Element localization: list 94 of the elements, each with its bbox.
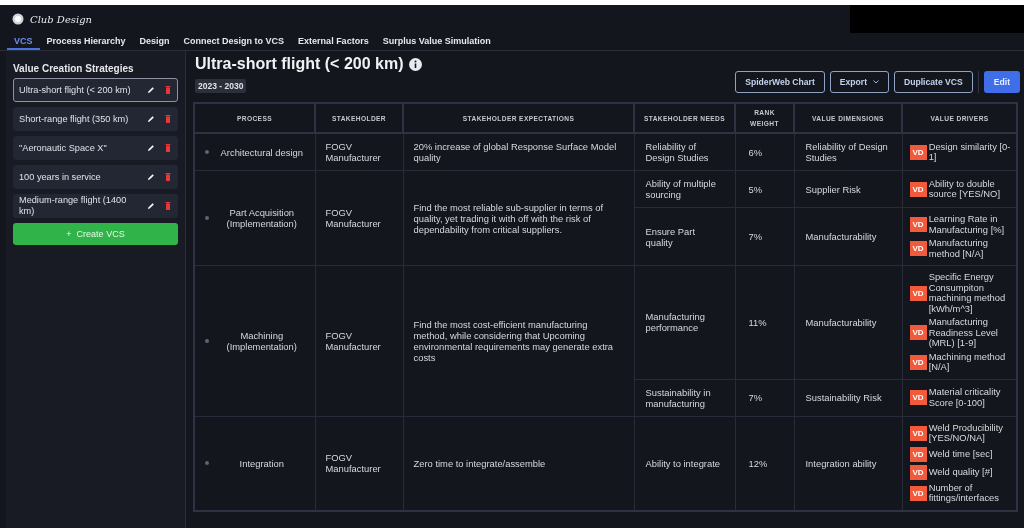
expectation-text: Find the most cost-efficient manufacturing method, while considering that Upcoming environmental requirements may generate extra costs — [413, 318, 614, 363]
vd-badge: VD — [909, 390, 927, 405]
value-dimension: Supplier Risk — [805, 183, 861, 195]
vd-badge: VD — [909, 285, 927, 301]
pencil-icon[interactable] — [147, 173, 155, 181]
value-driver: Number of fittings/interfaces — [928, 482, 1000, 504]
action-button[interactable]: Duplicate VCS — [894, 71, 973, 93]
value-dimension: Manufacturability — [805, 231, 877, 242]
vd-badge: VD — [909, 485, 927, 501]
strategy-item[interactable]: Medium-range flight (1400 km) — [13, 194, 178, 218]
tab[interactable]: Connect Design to VCS — [176, 33, 292, 50]
rank-weight: 6% — [748, 146, 763, 158]
tab[interactable]: External Factors — [291, 33, 376, 50]
value-driver: Design similarity [0-1] — [928, 141, 1012, 163]
value-driver: Specific Energy Consumpiton machining method [kWh/m^3] — [928, 272, 1007, 314]
vd-badge: VD — [909, 181, 927, 197]
trash-icon[interactable] — [165, 86, 171, 94]
tab[interactable]: Process Hierarchy — [39, 33, 133, 50]
vd-badge: VD — [909, 464, 927, 480]
export-dropdown[interactable]: Export — [829, 71, 889, 93]
pencil-icon[interactable] — [147, 144, 155, 152]
value-driver: Manufacturing Readiness Level (MRL) [1-9] — [928, 317, 999, 349]
tab[interactable]: Surplus Value Simulation — [375, 33, 498, 50]
need-text: Manufacturing performance — [645, 311, 705, 334]
strategy-name: 100 years in service — [19, 171, 102, 183]
strategy-name: Ultra-short flight (< 200 km) — [19, 84, 132, 96]
bullet-icon — [205, 461, 209, 465]
strategy-item[interactable]: "Aeronautic Space X" — [13, 136, 178, 160]
vd-badge: VD — [909, 144, 927, 160]
vd-badge: VD — [909, 446, 927, 462]
vd-badge: VD — [909, 217, 927, 232]
stakeholder-name: FOGV Manufacturer — [325, 452, 381, 474]
process-name: Integration — [238, 457, 285, 469]
value-dimension: Integration ability — [805, 457, 877, 469]
value-dimension: Reliability of Design Studies — [805, 141, 888, 163]
vd-badge: VD — [909, 425, 927, 441]
strategy-name: "Aeronautic Space X" — [19, 142, 108, 154]
expectation-text: 20% increase of global Response Surface Model quality — [413, 141, 617, 163]
bullet-icon — [205, 216, 209, 220]
process-name: Architectural design — [219, 146, 304, 158]
value-dimension: Manufacturability — [805, 316, 877, 328]
strategy-item[interactable]: 100 years in service — [13, 165, 178, 189]
stakeholder-name: FOGV Manufacturer — [325, 329, 381, 352]
value-driver: Learning Rate in Manufacturing [%] — [928, 214, 1006, 235]
value-driver: Machining method [N/A] — [928, 351, 1007, 373]
process-name: Machining (Implementation) — [225, 329, 298, 352]
sidebar-title: Value Creation Strategies — [13, 63, 135, 74]
process-name: Part Acquisition (Implementation) — [225, 207, 298, 229]
expectation-text: Find the most reliable sub-supplier in terms of quality, yet trading it with off with the risk of dependability from critical suppliers. — [413, 201, 604, 235]
pencil-icon[interactable] — [147, 115, 155, 123]
value-driver: Weld time [sec] — [928, 448, 993, 460]
value-driver: Manufacturing method [N/A] — [928, 238, 990, 259]
pencil-icon[interactable] — [147, 86, 155, 94]
bullet-icon — [205, 338, 209, 343]
strategy-item[interactable]: Ultra-short flight (< 200 km) — [13, 78, 178, 102]
rank-weight: 5% — [748, 183, 763, 195]
value-dimension: Sustainability Risk — [805, 392, 882, 403]
value-driver: Material criticality Score [0-100] — [928, 387, 1002, 408]
stakeholder-name: FOGV Manufacturer — [325, 207, 381, 229]
vd-badge: VD — [909, 241, 927, 256]
need-text: Ensure Part quality — [645, 225, 695, 248]
rank-weight: 12% — [748, 457, 768, 469]
need-text: Sustainability in manufacturing — [645, 386, 711, 409]
caret-icon — [873, 80, 879, 84]
page-title: Ultra-short flight (< 200 km) — [195, 55, 404, 73]
logo-icon — [12, 13, 24, 25]
trash-icon[interactable] — [165, 144, 171, 152]
trash-icon[interactable] — [165, 202, 171, 210]
period-badge: 2023 - 2030 — [195, 79, 247, 93]
trash-icon[interactable] — [165, 173, 171, 181]
need-text: Ability to integrate — [645, 457, 721, 469]
bullet-icon — [205, 150, 209, 154]
need-text: Ability of multiple sourcing — [645, 178, 716, 200]
stakeholder-name: FOGV Manufacturer — [325, 141, 381, 163]
info-icon[interactable] — [409, 57, 423, 71]
need-text: Reliability of Design Studies — [645, 141, 709, 163]
rank-weight: 7% — [748, 392, 763, 403]
edit-button[interactable]: Edit — [983, 71, 1020, 93]
strategy-name: Medium-range flight (1400 km) — [19, 195, 128, 217]
vd-badge: VD — [909, 325, 927, 341]
rank-weight: 11% — [748, 316, 767, 328]
action-button[interactable]: SpiderWeb Chart — [735, 71, 825, 93]
tab[interactable]: Design — [132, 33, 177, 50]
value-driver: Weld quality [#] — [928, 466, 993, 478]
vd-badge: VD — [909, 354, 927, 370]
pencil-icon[interactable] — [147, 202, 155, 210]
strategy-item[interactable]: Short-range flight (350 km) — [13, 107, 178, 131]
expectation-text: Zero time to integrate/assemble — [413, 457, 546, 469]
value-driver: Weld Producibility [YES/NO/NA] — [928, 422, 1004, 444]
value-driver: Ability to double source [YES/NO] — [928, 178, 1001, 200]
trash-icon[interactable] — [165, 115, 171, 123]
app-title: Club Design — [30, 13, 92, 25]
strategy-name: Short-range flight (350 km) — [19, 113, 130, 125]
rank-weight: 7% — [748, 231, 763, 242]
